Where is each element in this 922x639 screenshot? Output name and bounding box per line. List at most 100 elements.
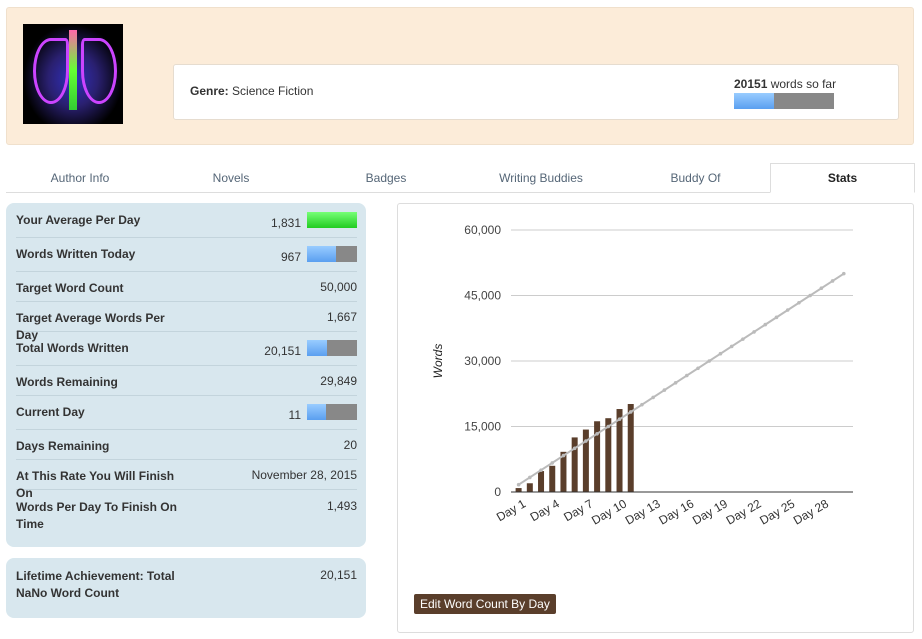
target-point — [550, 461, 555, 465]
y-tick-label: 60,000 — [464, 223, 501, 237]
stat-row: At This Rate You Will Finish On November … — [16, 459, 357, 500]
x-tick-label: Day 22 — [724, 496, 764, 527]
x-tick-label: Day 7 — [561, 496, 595, 524]
y-tick-label: 0 — [494, 485, 501, 499]
target-point — [516, 482, 521, 487]
novel-header: Genre: Science Fiction 20151 words so fa… — [6, 7, 914, 145]
bar — [605, 418, 612, 492]
stat-value: 1,493 — [326, 499, 357, 513]
target-line — [518, 272, 845, 486]
stat-row: Current Day 11 — [16, 395, 357, 430]
target-point — [651, 395, 655, 400]
novel-cover-image — [23, 24, 123, 124]
stat-row: Total Words Written 20,151 — [16, 331, 357, 366]
x-tick-label: Day 10 — [589, 496, 629, 527]
word-count-suffix: words so far — [770, 77, 837, 91]
target-point — [696, 366, 700, 371]
tab-buddy-of[interactable]: Buddy Of — [621, 164, 770, 192]
target-point — [830, 279, 835, 283]
stat-label: Words Per Day To Finish On Time — [16, 500, 177, 531]
stat-value: 967 — [280, 250, 301, 264]
stat-value: 50,000 — [320, 280, 357, 294]
target-point — [617, 417, 622, 422]
bar — [549, 465, 556, 492]
target-point — [528, 475, 532, 480]
target-point — [797, 300, 801, 305]
stat-value: 20 — [343, 438, 357, 452]
y-tick-label: 15,000 — [464, 420, 501, 434]
target-point — [718, 351, 723, 356]
tab-author-info[interactable]: Author Info — [6, 164, 154, 192]
stat-label: Your Average Per Day — [16, 213, 141, 227]
target-point — [819, 286, 824, 291]
tab-stats[interactable]: Stats — [770, 163, 915, 193]
chart-panel: 0 15,000 30,000 45,000 60,000 Words Day 1 Day 4… — [397, 203, 914, 633]
target-point — [707, 359, 712, 363]
target-point — [841, 271, 846, 276]
lifetime-label: Lifetime Achievement: Total NaNo Word Co… — [16, 569, 175, 600]
stat-row: Days Remaining 20 — [16, 429, 357, 460]
target-point — [808, 293, 812, 298]
target-point — [729, 344, 734, 349]
stat-row: Words Remaining 29,849 — [16, 365, 357, 396]
x-tick-label: Day 13 — [623, 496, 663, 527]
stat-label: Words Remaining — [16, 375, 118, 389]
x-tick-label: Day 25 — [757, 496, 797, 527]
target-point — [774, 315, 779, 320]
profile-tabs: Author Info Novels Badges Writing Buddies Bu… — [6, 163, 915, 193]
y-tick-label: 45,000 — [464, 289, 501, 303]
tab-novels[interactable]: Novels — [156, 164, 306, 192]
x-tick-label: Day 28 — [791, 496, 831, 527]
bar — [515, 488, 522, 492]
lifetime-value: 20,151 — [320, 568, 357, 582]
word-count-chart: 0 15,000 30,000 45,000 60,000 Words Day 1 Day 4… — [431, 223, 853, 528]
word-count-value: 20151 — [734, 77, 768, 91]
x-tick-label: Day 16 — [656, 496, 696, 527]
novel-info-box: Genre: Science Fiction 20151 words so fa… — [173, 64, 899, 120]
target-point — [628, 410, 633, 414]
target-point — [606, 424, 611, 429]
stat-row: Words Per Day To Finish On Time 1,493 — [16, 489, 357, 539]
stat-progress-bar — [307, 212, 357, 228]
stat-label: Words Written Today — [16, 247, 136, 261]
stat-row: Target Word Count 50,000 — [16, 271, 357, 302]
stat-value: 20,151 — [264, 344, 301, 358]
target-point — [584, 439, 588, 443]
stat-progress-bar — [307, 246, 357, 262]
bar — [627, 404, 634, 492]
tab-writing-buddies[interactable]: Writing Buddies — [461, 164, 621, 192]
stat-label: Total Words Written — [16, 341, 129, 355]
stat-progress-bar — [307, 404, 357, 420]
stat-row: Your Average Per Day 1,831 — [16, 203, 357, 238]
target-point — [561, 453, 566, 458]
target-point — [785, 308, 790, 312]
tab-badges[interactable]: Badges — [311, 164, 461, 192]
target-point — [685, 373, 689, 378]
target-point — [752, 330, 756, 334]
edit-word-count-button[interactable]: Edit Word Count By Day — [414, 594, 556, 614]
target-point — [763, 322, 768, 327]
stat-label: Target Word Count — [16, 281, 124, 295]
y-axis-label: Words — [431, 344, 445, 379]
stat-value: November 28, 2015 — [251, 468, 357, 482]
target-point — [741, 337, 745, 341]
word-count: 20151 words so far — [734, 77, 836, 91]
stat-label: Days Remaining — [16, 439, 110, 453]
lifetime-panel: Lifetime Achievement: Total NaNo Word Co… — [6, 558, 366, 618]
stat-row: Target Average Words Per Day 1,667 — [16, 301, 357, 342]
target-point — [595, 431, 599, 436]
x-tick-label: Day 1 — [494, 496, 528, 524]
stat-value: 1,831 — [270, 216, 301, 230]
bar — [538, 471, 545, 492]
x-tick-label: Day 4 — [528, 496, 562, 524]
genre: Genre: Science Fiction — [190, 84, 313, 98]
target-point — [640, 402, 644, 407]
stat-label: Current Day — [16, 405, 85, 419]
genre-value: Science Fiction — [232, 84, 314, 98]
x-tick-label: Day 19 — [690, 496, 730, 527]
genre-label: Genre: — [190, 84, 229, 98]
stat-progress-bar — [307, 340, 357, 356]
stat-value: 1,667 — [326, 310, 357, 324]
bar — [571, 437, 578, 492]
word-progress-bar — [734, 93, 834, 109]
